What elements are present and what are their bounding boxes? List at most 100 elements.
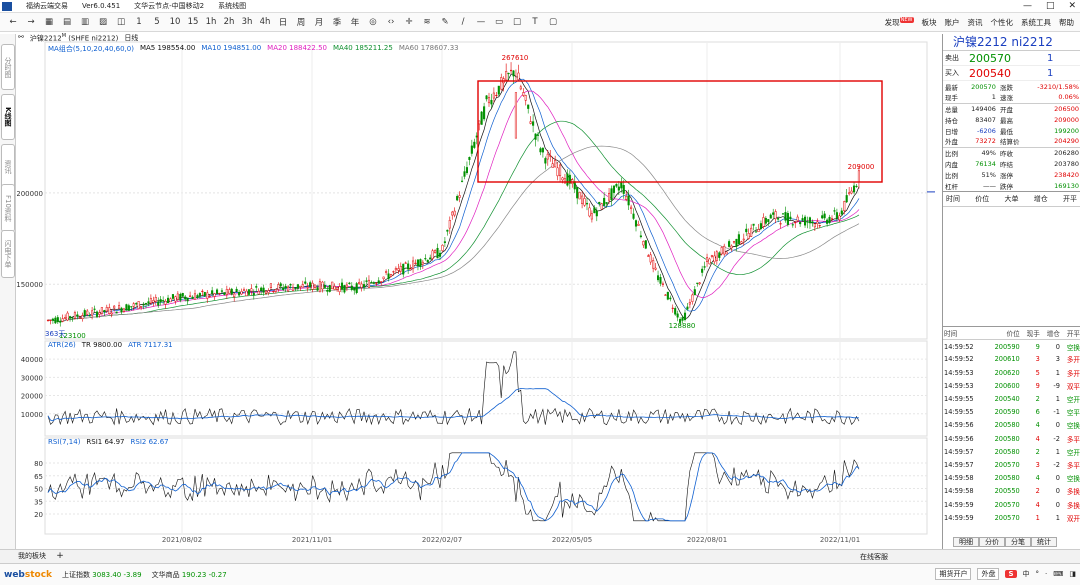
menu-personalize[interactable]: 个性化	[991, 17, 1014, 28]
tick-cell: 多开	[1066, 356, 1080, 365]
tab-detail[interactable]: 明细	[953, 537, 979, 547]
toolbar-btn-日[interactable]: 日	[274, 16, 292, 28]
toolbar-btn-5[interactable]: 5	[148, 17, 166, 27]
period-label[interactable]: 日线	[124, 33, 138, 43]
toolbar-btn-stop-icon[interactable]: ▢	[544, 17, 562, 27]
candle-body	[228, 289, 231, 294]
toolbar-btn-text-icon[interactable]: T	[526, 17, 544, 27]
ask-row[interactable]: 卖出 200570 1	[943, 51, 1080, 66]
tab-ticks[interactable]: 分笔	[1005, 537, 1031, 547]
tick-cell: 6	[1035, 408, 1040, 417]
ime-cn-icon[interactable]: 中	[1023, 569, 1030, 579]
skin-icon[interactable]: ◨	[1069, 570, 1076, 578]
index2[interactable]: 文华商品 190.23 -0.27	[152, 570, 227, 580]
chart-menu-icon[interactable]: ⚯	[18, 33, 24, 43]
menu-discover[interactable]: 发现NEW	[885, 17, 914, 28]
close-icon[interactable]: ✕	[1068, 1, 1076, 11]
quote-row: 最新 200570 涨跌 -3210/1.58%	[943, 81, 1080, 92]
toolbar-btn-box-icon[interactable]: ▭	[490, 17, 508, 27]
candle-body	[786, 213, 789, 225]
toolbar-btn-年[interactable]: 年	[346, 16, 364, 28]
quote-value: 204290	[1054, 137, 1079, 146]
status-bar: webstock 上证指数 3083.40 -3.89 文华商品 190.23 …	[0, 563, 1080, 585]
ime-punct-icon[interactable]: °	[1036, 570, 1040, 578]
bid-row[interactable]: 买入 200540 1	[943, 66, 1080, 81]
toolbar-btn-line-icon[interactable]: /	[454, 17, 472, 27]
toolbar-btn-crosshair-icon[interactable]: ✛	[400, 17, 418, 27]
system-menu[interactable]: 系统线图	[218, 1, 246, 11]
index1[interactable]: 上证指数 3083.40 -3.89	[62, 570, 142, 580]
toolbar-btn-周[interactable]: 周	[292, 16, 310, 28]
candle-body	[583, 198, 586, 206]
keyboard-icon[interactable]: ⌨	[1053, 570, 1063, 578]
toolbar-btn-square-icon[interactable]: □	[508, 17, 526, 27]
my-sector-tab[interactable]: 我的板块	[18, 552, 46, 560]
toolbar-btn-eye-icon[interactable]: ◎	[364, 17, 382, 27]
menu-system-tools[interactable]: 系统工具	[1021, 17, 1051, 28]
toolbar-btn-1[interactable]: 1	[130, 17, 148, 27]
menu-account[interactable]: 账户	[945, 17, 960, 28]
toolbar-btn-4h[interactable]: 4h	[256, 17, 274, 27]
toolbar-btn-hline-icon[interactable]: —	[472, 17, 490, 27]
candle-body	[777, 218, 780, 220]
toolbar-btn-grid-icon[interactable]: ▦	[40, 17, 58, 27]
minimize-icon[interactable]: —	[1023, 1, 1032, 11]
toolbar-btn-code-icon[interactable]: ‹›	[382, 17, 400, 27]
online-service-link[interactable]: 在线客服	[860, 552, 888, 562]
toolbar-btn-15[interactable]: 15	[184, 17, 202, 27]
candle-body	[240, 291, 243, 295]
toolbar-btn-3h[interactable]: 3h	[238, 17, 256, 27]
toolbar-btn-chart-icon[interactable]: ▨	[94, 17, 112, 27]
tab-price-dist[interactable]: 分价	[979, 537, 1005, 547]
toolbar-btn-list-icon[interactable]: ▤	[58, 17, 76, 27]
candle-body	[137, 301, 140, 310]
ma-name[interactable]: MA组合(5,10,20,40,60,0)	[48, 44, 134, 54]
tab-f10[interactable]: F10资料	[1, 184, 15, 232]
toolbar-btn-pen-icon[interactable]: ✎	[436, 17, 454, 27]
menu-help[interactable]: 帮助	[1059, 17, 1074, 28]
maximize-icon[interactable]: □	[1046, 1, 1055, 11]
tick-cell: 200570	[994, 500, 1020, 509]
open-account-button[interactable]: 期货开户	[935, 568, 972, 580]
toolbar-btn-月[interactable]: 月	[310, 16, 328, 28]
foreign-market-button[interactable]: 外盘	[977, 568, 1000, 580]
toolbar-btn-table-icon[interactable]: ▥	[76, 17, 94, 27]
candle-body	[260, 287, 263, 291]
tab-kline[interactable]: K线图	[1, 94, 15, 140]
candle-body	[737, 234, 740, 245]
candle-body	[438, 252, 442, 257]
quote-label: 最低	[999, 127, 1013, 136]
toolbar-btn-arrow-right-icon[interactable]: →	[22, 17, 40, 27]
tick-cell: 14:59:53	[944, 381, 974, 390]
toolbar-btn-季[interactable]: 季	[328, 16, 346, 28]
candle-body	[157, 301, 160, 306]
tab-time-share[interactable]: 分时图	[1, 44, 15, 90]
toolbar-btn-1h[interactable]: 1h	[202, 17, 220, 27]
menu-sector[interactable]: 板块	[922, 17, 937, 28]
candle-body	[791, 224, 794, 226]
tick-header-cell: 开平	[1060, 325, 1080, 341]
rsi-name[interactable]: RSI(7,14)	[48, 438, 80, 446]
toolbar-btn-arrow-left-icon[interactable]: ←	[4, 17, 22, 27]
kline-chart[interactable]: 200000 150000 2021/08/02 2021/11/01 2022/02/…	[17, 34, 942, 549]
toolbar-btn-split-icon[interactable]: ◫	[112, 17, 130, 27]
candle-body	[701, 268, 704, 273]
tab-stats[interactable]: 统计	[1031, 537, 1057, 547]
add-tab-button[interactable]: +	[56, 551, 64, 561]
atr-name[interactable]: ATR(26)	[48, 341, 76, 349]
candle-body	[171, 294, 174, 299]
tick-cell: 0	[1055, 487, 1060, 496]
ime-dot-icon[interactable]: ·	[1045, 570, 1047, 578]
toolbar-btn-measure-icon[interactable]: ≋	[418, 17, 436, 27]
sogou-icon[interactable]: S	[1005, 570, 1017, 578]
toolbar-btn-2h[interactable]: 2h	[220, 17, 238, 27]
menu-news[interactable]: 资讯	[968, 17, 983, 28]
candle-body	[644, 240, 647, 249]
toolbar-btn-10[interactable]: 10	[166, 17, 184, 27]
candle-body	[108, 307, 111, 314]
tab-quick-order[interactable]: 闪电下单	[1, 230, 15, 278]
tick-cell: 200580	[994, 434, 1020, 443]
bid-label: 买入	[945, 69, 959, 77]
server-label[interactable]: 文华云节点-中国移动2	[134, 1, 204, 11]
candle-body	[120, 307, 123, 313]
